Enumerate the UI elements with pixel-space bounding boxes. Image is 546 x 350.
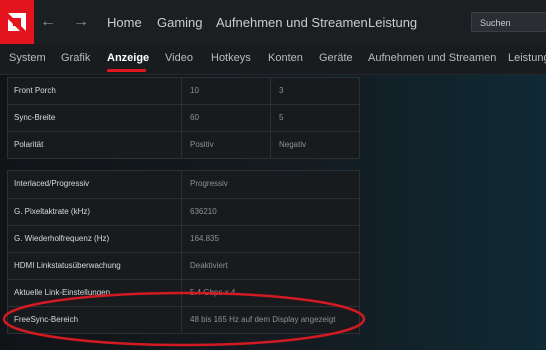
tab-performance[interactable]: Leistung bbox=[508, 52, 546, 64]
row-value: 48 bis 165 Hz auf dem Display angezeigt bbox=[190, 315, 336, 324]
table-row: FreeSync-Bereich 48 bis 165 Hz auf dem D… bbox=[8, 306, 359, 333]
row-label: G. Wiederholfrequenz (Hz) bbox=[14, 234, 110, 243]
table-row: HDMI Linkstatusüberwachung Deaktiviert bbox=[8, 252, 359, 279]
back-arrow-icon[interactable]: ← bbox=[39, 13, 57, 31]
table-row: Aktuelle Link-Einstellungen 5.4 Gbps x 4 bbox=[8, 279, 359, 306]
tab-video[interactable]: Video bbox=[165, 52, 193, 64]
table-row: Polarität Positiv Negativ bbox=[8, 131, 359, 158]
row-value: 164.835 bbox=[190, 234, 219, 243]
timing-table: Front Porch 10 3 Sync-Breite 60 5 Polari… bbox=[7, 77, 360, 159]
forward-arrow-icon[interactable]: → bbox=[72, 13, 90, 31]
row-value-vertical: Negativ bbox=[279, 140, 307, 149]
tab-accounts[interactable]: Konten bbox=[268, 52, 303, 64]
tab-record-stream[interactable]: Aufnehmen und Streamen bbox=[368, 52, 496, 64]
amd-logo-icon bbox=[8, 13, 26, 31]
nav-performance[interactable]: Leistung bbox=[368, 15, 417, 30]
table-row: G. Wiederholfrequenz (Hz) 164.835 bbox=[8, 225, 359, 252]
sub-nav: System Grafik Anzeige Video Hotkeys Kont… bbox=[0, 44, 546, 75]
search-input[interactable] bbox=[472, 14, 546, 32]
row-value: Deaktiviert bbox=[190, 261, 228, 270]
row-value: 636210 bbox=[190, 207, 217, 216]
row-label: Sync-Breite bbox=[14, 113, 56, 122]
table-row: Front Porch 10 3 bbox=[8, 77, 359, 104]
row-label: Polarität bbox=[14, 140, 44, 149]
row-value: Progressiv bbox=[190, 179, 228, 188]
row-label: FreeSync-Bereich bbox=[14, 315, 79, 324]
row-value-horizontal: 60 bbox=[190, 113, 199, 122]
table-row: Interlaced/Progressiv Progressiv bbox=[8, 171, 359, 198]
app-window: ← → Home Gaming Aufnehmen und Streamen L… bbox=[0, 0, 546, 350]
active-tab-indicator bbox=[107, 69, 146, 72]
nav-record-stream[interactable]: Aufnehmen und Streamen bbox=[216, 15, 368, 30]
amd-logo[interactable] bbox=[0, 0, 34, 44]
top-bar: ← → Home Gaming Aufnehmen und Streamen L… bbox=[0, 0, 546, 44]
row-label: Aktuelle Link-Einstellungen bbox=[14, 288, 111, 297]
tab-system[interactable]: System bbox=[9, 52, 46, 64]
row-value: 5.4 Gbps x 4 bbox=[190, 288, 236, 297]
row-label: G. Pixeltaktrate (kHz) bbox=[14, 207, 91, 216]
tab-hotkeys[interactable]: Hotkeys bbox=[211, 52, 251, 64]
nav-gaming[interactable]: Gaming bbox=[157, 15, 203, 30]
tab-graphics[interactable]: Grafik bbox=[61, 52, 90, 64]
table-row: G. Pixeltaktrate (kHz) 636210 bbox=[8, 198, 359, 225]
tab-display[interactable]: Anzeige bbox=[107, 52, 149, 64]
row-value-horizontal: 10 bbox=[190, 86, 199, 95]
search-box[interactable] bbox=[471, 12, 546, 32]
row-label: Front Porch bbox=[14, 86, 56, 95]
nav-home[interactable]: Home bbox=[107, 15, 142, 30]
row-label: HDMI Linkstatusüberwachung bbox=[14, 261, 121, 270]
table-row: Sync-Breite 60 5 bbox=[8, 104, 359, 131]
row-label: Interlaced/Progressiv bbox=[14, 179, 90, 188]
row-value-vertical: 3 bbox=[279, 86, 284, 95]
tab-devices[interactable]: Geräte bbox=[319, 52, 353, 64]
row-value-horizontal: Positiv bbox=[190, 140, 214, 149]
row-value-vertical: 5 bbox=[279, 113, 284, 122]
display-info-table: Interlaced/Progressiv Progressiv G. Pixe… bbox=[7, 170, 360, 334]
